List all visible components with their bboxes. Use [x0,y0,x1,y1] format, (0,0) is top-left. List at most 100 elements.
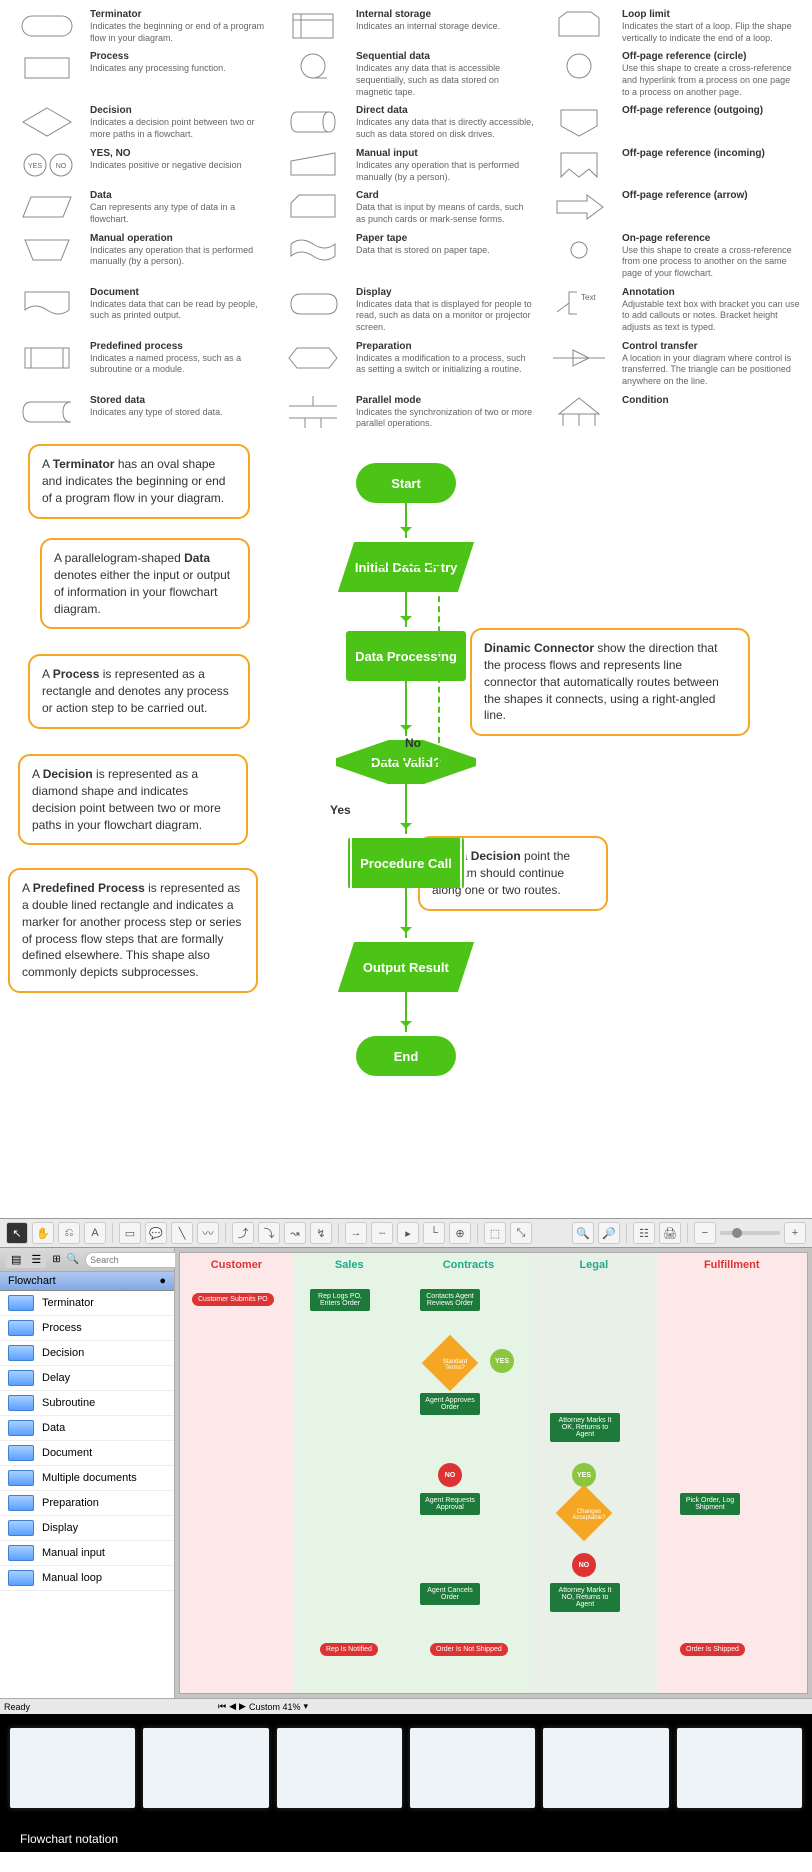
palette-item-label: Display [42,1522,78,1534]
fc-approves[interactable]: Agent Approves Order [420,1393,480,1415]
collapse-icon[interactable]: ● [159,1275,166,1287]
legend-text: Off-page reference (outgoing) [622,104,800,117]
fc-notified[interactable]: Rep Is Notified [320,1643,378,1656]
fc-rep-logs[interactable]: Rep Logs PO, Enters Order [310,1289,370,1311]
legend-text: Internal storageIndicates an internal st… [356,8,534,33]
swimlane-customer: Customer [180,1253,293,1693]
palette-section-header[interactable]: Flowchart● [0,1272,174,1291]
palette-item-label: Data [42,1422,65,1434]
zoom-control[interactable]: ⏮ ◀ ▶ Custom 41% ▾ [218,1701,308,1712]
legend-circleref: Off-page reference (circle)Use this shap… [544,50,800,98]
palette-item[interactable]: Manual input [0,1541,174,1566]
thumb-6[interactable] [677,1728,802,1808]
legend-document: DocumentIndicates data that can be read … [12,286,268,334]
palette-item[interactable]: Preparation [0,1491,174,1516]
first-page-icon[interactable]: ⏮ [218,1701,226,1712]
prev-page-icon[interactable]: ◀ [229,1701,236,1712]
zoom-minus-icon[interactable]: − [694,1222,716,1244]
control-icon [544,340,614,376]
fc-shipped[interactable]: Order Is Shipped [680,1643,745,1656]
curve-tool-icon[interactable]: 〰 [197,1222,219,1244]
dash-style-icon[interactable]: ┄ [371,1222,393,1244]
shape-thumbnail-icon [8,1295,34,1311]
thumb-1[interactable] [10,1728,135,1808]
connector2-icon[interactable]: ⤵ [258,1222,280,1244]
connector3-icon[interactable]: ↝ [284,1222,306,1244]
palette-item[interactable]: Terminator [0,1291,174,1316]
text-tool-icon[interactable]: A [84,1222,106,1244]
thumb-5[interactable] [543,1728,668,1808]
zoom-in-icon[interactable]: 🔍 [572,1222,594,1244]
resize-icon[interactable]: ⤡ [510,1222,532,1244]
legend-annotation: Text AnnotationAdjustable text box with b… [544,286,800,334]
fc-contacts[interactable]: Contacts Agent Reviews Order [420,1289,480,1311]
arrow [405,992,407,1032]
palette-item[interactable]: Document [0,1441,174,1466]
decision-icon [12,104,82,140]
tab-icon[interactable]: ▤ [6,1251,26,1268]
palette-item[interactable]: Manual loop [0,1566,174,1591]
zoom-out-icon[interactable]: 🔎 [598,1222,620,1244]
fc-not-shipped[interactable]: Order Is Not Shipped [430,1643,508,1656]
junction-icon[interactable]: ⊕ [449,1222,471,1244]
data-icon [12,189,82,225]
palette-item[interactable]: Display [0,1516,174,1541]
corner-style-icon[interactable]: └ [423,1222,445,1244]
palette-item[interactable]: Multiple documents [0,1466,174,1491]
legend-text: AnnotationAdjustable text box with brack… [622,286,800,334]
app-window: ↖ ✋ ⎌ A ▭ 💬 ╲ 〰 ⤴ ⤵ ↝ ↯ → ┄ ▸ └ ⊕ ⬚ ⤡ 🔍 … [0,1218,812,1714]
zoom-slider[interactable] [720,1231,780,1235]
fc-yes-2[interactable]: YES [572,1463,596,1487]
pointer-tool-icon[interactable]: ↖ [6,1222,28,1244]
thumb-2[interactable] [143,1728,268,1808]
fc-attorney-no[interactable]: Attorney Marks It NO, Returns to Agent [550,1583,620,1612]
canvas-area[interactable]: Customer Sales Contracts Legal Fulfillme… [175,1248,812,1698]
arrow-style-icon[interactable]: → [345,1222,367,1244]
fc-cancels[interactable]: Agent Cancels Order [420,1583,480,1605]
layers-icon[interactable]: ☷ [633,1222,655,1244]
legend-directdata: Direct dataIndicates any data that is di… [278,104,534,140]
connect-tool-icon[interactable]: ⎌ [58,1222,80,1244]
palette-item[interactable]: Delay [0,1366,174,1391]
zoom-dropdown-icon[interactable]: ▾ [304,1701,309,1712]
rect-tool-icon[interactable]: ▭ [119,1222,141,1244]
shape-thumbnail-icon [8,1495,34,1511]
callout-process: A Process is represented as a rectangle … [28,654,250,728]
zoom-plus-icon[interactable]: + [784,1222,806,1244]
svg-text:Text: Text [581,293,596,302]
fc-yes-1[interactable]: YES [490,1349,514,1373]
fc-pick[interactable]: Pick Order, Log Shipment [680,1493,740,1515]
connector4-icon[interactable]: ↯ [310,1222,332,1244]
palette-item[interactable]: Data [0,1416,174,1441]
palette-item[interactable]: Process [0,1316,174,1341]
arrow [405,784,407,834]
fc-attorney-ok[interactable]: Attorney Marks It OK, Returns to Agent [550,1413,620,1442]
thumb-4[interactable] [410,1728,535,1808]
end-style-icon[interactable]: ▸ [397,1222,419,1244]
thumb-3[interactable] [277,1728,402,1808]
offarrow-icon [544,189,614,225]
next-page-icon[interactable]: ▶ [239,1701,246,1712]
callout-predef: A Predefined Process is represented as a… [8,868,258,993]
grid-icon[interactable]: ⊞ [52,1254,60,1265]
dashed-connector [370,566,440,763]
palette-item[interactable]: Decision [0,1341,174,1366]
legend-card: CardData that is input by means of cards… [278,189,534,225]
print-icon[interactable]: 🖨 [659,1222,681,1244]
palette-item[interactable]: Subroutine [0,1391,174,1416]
shape-thumbnail-icon [8,1470,34,1486]
legend-text: PreparationIndicates a modification to a… [356,340,534,376]
legend-text: Off-page reference (incoming) [622,147,800,160]
palette-list: TerminatorProcessDecision Delay Subroutine… [0,1291,174,1698]
crop-icon[interactable]: ⬚ [484,1222,506,1244]
tab-icon[interactable]: ☰ [26,1251,46,1268]
fc-customer-submit[interactable]: Customer Submits PO [192,1293,274,1306]
fc-no-1[interactable]: NO [438,1463,462,1487]
fc-requests[interactable]: Agent Requests Approval [420,1493,480,1515]
hand-tool-icon[interactable]: ✋ [32,1222,54,1244]
connector1-icon[interactable]: ⤴ [232,1222,254,1244]
fc-no-2[interactable]: NO [572,1553,596,1577]
callout-tool-icon[interactable]: 💬 [145,1222,167,1244]
palette-item-label: Delay [42,1372,70,1384]
line-tool-icon[interactable]: ╲ [171,1222,193,1244]
